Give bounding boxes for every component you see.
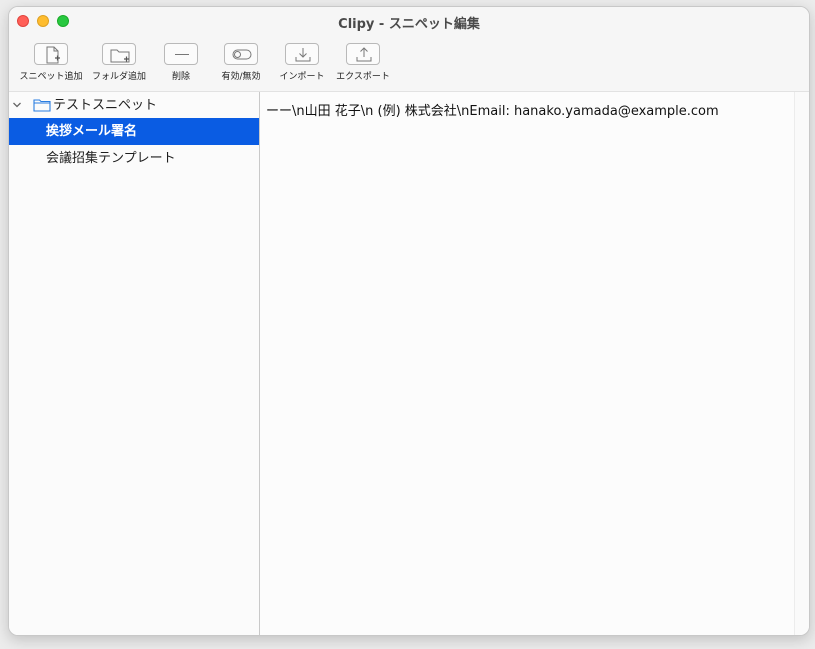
- add-snippet-icon: [34, 43, 68, 65]
- snippet-label: 挨拶メール署名: [46, 124, 138, 139]
- title-bar: Clipy - スニペット編集 スニペット追加 フォルダ追加 削除 有効/無効 …: [9, 7, 809, 92]
- sidebar-item-meeting-template[interactable]: 会議招集テンプレート: [9, 145, 259, 172]
- add-snippet-label: スニペット追加: [19, 72, 83, 82]
- snippet-editor-window: Clipy - スニペット編集 スニペット追加 フォルダ追加 削除 有効/無効 …: [8, 6, 810, 636]
- delete-icon: [164, 43, 198, 65]
- window-title: Clipy - スニペット編集: [338, 17, 480, 32]
- add-snippet-button[interactable]: スニペット追加: [14, 43, 88, 82]
- toggle-icon: [224, 43, 258, 65]
- snippet-content-text[interactable]: ーー\n山田 花子\n (例) 株式会社\nEmail: hanako.yama…: [266, 100, 719, 119]
- sidebar-folder-test-snippets[interactable]: テストスニペット: [9, 92, 259, 119]
- editor-scrollbar[interactable]: [794, 92, 809, 635]
- folder-icon: [33, 99, 51, 112]
- snippet-sidebar: テストスニペット 挨拶メール署名 会議招集テンプレート: [9, 92, 260, 635]
- snippet-content-editor[interactable]: ーー\n山田 花子\n (例) 株式会社\nEmail: hanako.yama…: [260, 92, 795, 635]
- import-icon: [285, 43, 319, 65]
- snippet-label: 会議招集テンプレート: [46, 151, 176, 166]
- sidebar-item-greeting-signature[interactable]: 挨拶メール署名: [9, 118, 259, 145]
- chevron-down-icon[interactable]: [12, 101, 22, 109]
- add-folder-icon: [102, 43, 136, 65]
- export-button[interactable]: エクスポート: [326, 43, 400, 82]
- export-label: エクスポート: [336, 72, 390, 82]
- export-icon: [346, 43, 380, 65]
- folder-label: テストスニペット: [53, 98, 158, 113]
